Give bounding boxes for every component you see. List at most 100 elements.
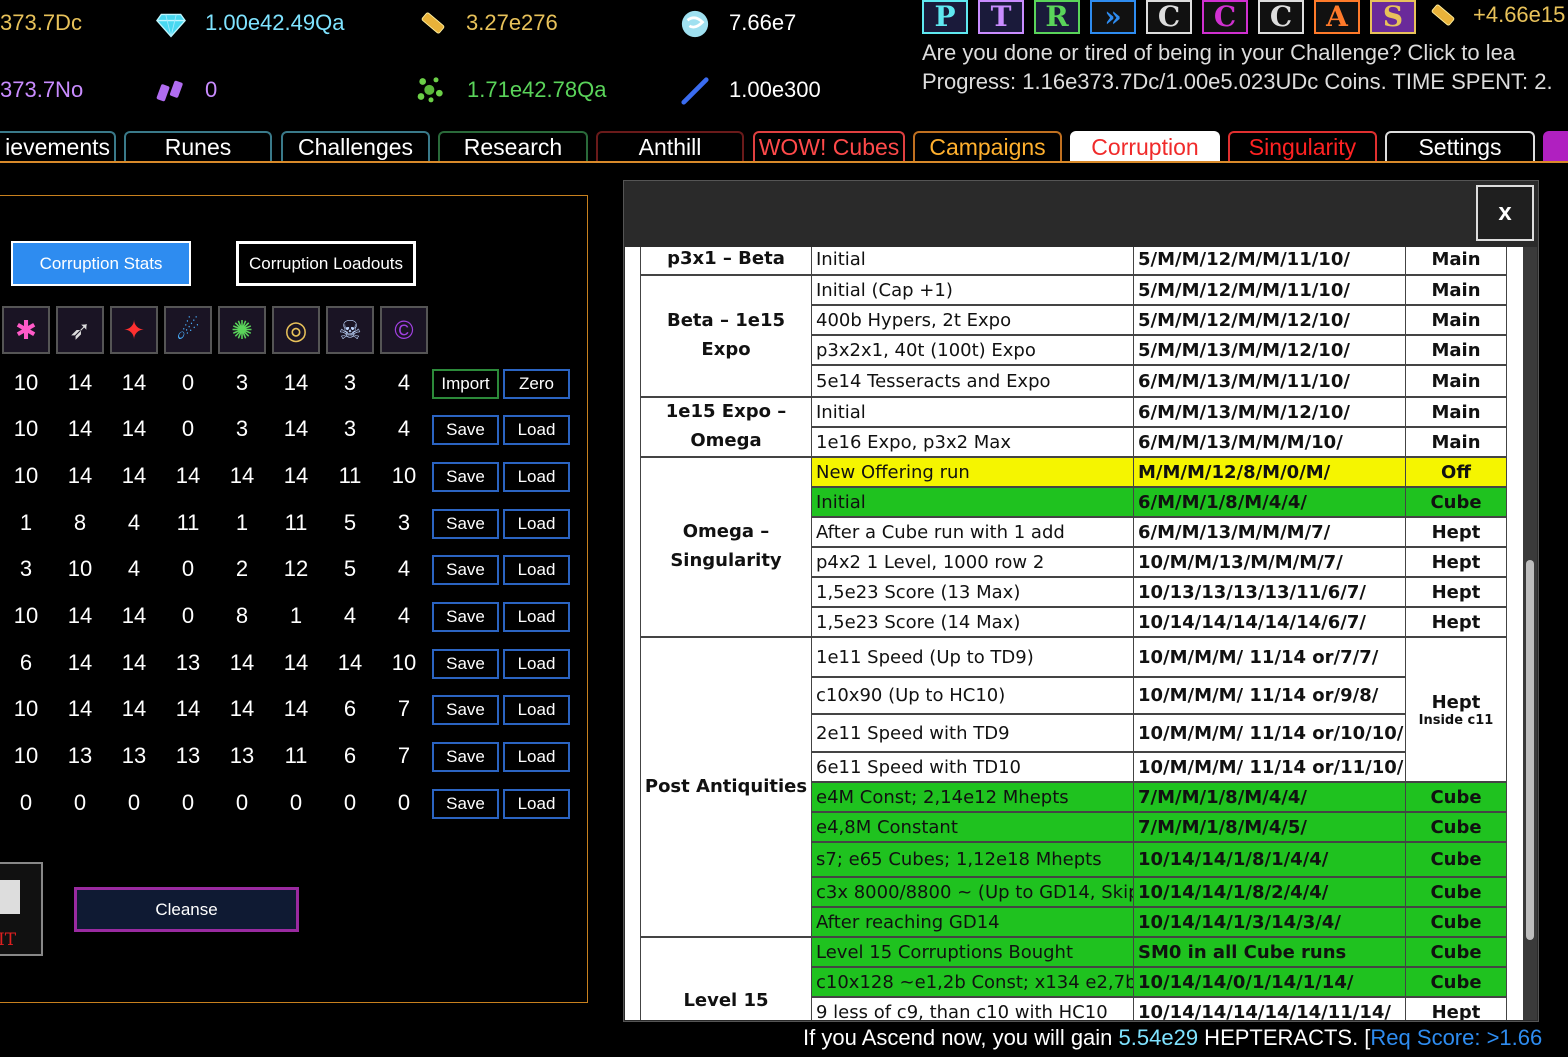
save-loadout-button[interactable]: Save (432, 509, 499, 539)
table-cell-corruption-code: 10/M/M/M/ 11/14 or/7/7/ (1133, 637, 1406, 677)
table-cell-run-mode: Main (1405, 365, 1507, 397)
table-cell-run-mode: Main (1405, 397, 1507, 427)
corruption-level-value: 14 (67, 650, 93, 675)
table-cell-corruption-code: 7/M/M/1/8/M/4/5/ (1133, 812, 1406, 842)
corruption-level-value: 13 (121, 743, 147, 768)
corruption-loadouts-button[interactable]: Corruption Loadouts (236, 241, 416, 286)
corruption-level-value: 4 (397, 603, 411, 628)
load-loadout-button[interactable]: Load (503, 509, 570, 539)
corruption-stats-button[interactable]: Corruption Stats (11, 241, 191, 286)
corruption-level-value: 4 (397, 416, 411, 441)
table-cell-description: 9 less of c9, than c10 with HC10 (811, 997, 1134, 1020)
load-loadout-button[interactable]: Load (503, 695, 570, 725)
upgrade-toggle-button[interactable]: C (1258, 0, 1304, 34)
save-loadout-button[interactable]: Save (432, 462, 499, 492)
extinction-icon[interactable]: ◎ (272, 306, 320, 354)
load-loadout-button[interactable]: Load (503, 602, 570, 632)
recession-icon[interactable]: © (380, 306, 428, 354)
corruption-level-value: 14 (283, 370, 309, 395)
illiteracy-icon[interactable]: ☄ (164, 306, 212, 354)
table-cell-run-mode: Main (1405, 335, 1507, 365)
tab-achievements[interactable]: ievements (0, 131, 116, 162)
load-loadout-button[interactable]: Load (503, 789, 570, 819)
save-loadout-button[interactable]: Save (432, 695, 499, 725)
table-cell-description: c3x 8000/8800 ~ (Up to GD14, Skip 13) (811, 877, 1134, 907)
challenge-exit-message[interactable]: Are you done or tired of being in your C… (922, 40, 1515, 66)
upgrade-toggle-button[interactable]: C (1202, 0, 1248, 34)
upgrade-toggle-button[interactable]: A (1314, 0, 1360, 34)
tab-campaigns[interactable]: Campaigns (913, 131, 1062, 162)
save-loadout-button[interactable]: Save (432, 789, 499, 819)
save-loadout-button[interactable]: Save (432, 742, 499, 772)
scrollbar-thumb[interactable] (1526, 560, 1534, 940)
corruption-level-value: 4 (343, 603, 357, 628)
exit-ascension-button[interactable]: IT (0, 862, 43, 956)
zero-button[interactable]: Zero (503, 369, 570, 399)
diamonds-value: 1.00e42.49Qa (205, 10, 345, 35)
viscosity-icon[interactable]: ✱ (2, 306, 50, 354)
ticket-icon (418, 8, 448, 38)
cleanse-button[interactable]: Cleanse (74, 887, 299, 932)
table-cell-description: After reaching GD14 (811, 907, 1134, 937)
table-cell-description: 1e16 Expo, p3x2 Max (811, 427, 1134, 457)
table-cell-description: Initial (811, 487, 1134, 517)
save-loadout-button[interactable]: Save (432, 649, 499, 679)
corruption-level-value: 14 (67, 463, 93, 488)
drought-icon[interactable]: ☠ (326, 306, 374, 354)
corruption-level-value: 8 (73, 510, 87, 535)
upgrade-toggle-button[interactable]: T (978, 0, 1024, 34)
load-loadout-button[interactable]: Load (503, 555, 570, 585)
diamond-icon (156, 10, 186, 40)
corruption-level-value: 14 (175, 463, 201, 488)
upgrade-toggle-button[interactable]: S (1370, 0, 1416, 34)
table-cell-corruption-code: 10/M/M/13/M/M/M/7/ (1133, 547, 1406, 577)
tab-runes[interactable]: Runes (124, 131, 272, 162)
table-cell-run-mode: Cube (1405, 487, 1507, 517)
corruption-level-value: 14 (121, 603, 147, 628)
tab-corruption[interactable]: Corruption (1070, 131, 1220, 162)
tab-research[interactable]: Research (438, 131, 588, 162)
corruption-level-value: 0 (181, 790, 195, 815)
ascension-gain-suffix: HEPTERACTS. [ (1198, 1025, 1371, 1050)
door-icon (0, 880, 20, 914)
dilation-icon[interactable]: ➶ (56, 306, 104, 354)
load-loadout-button[interactable]: Load (503, 742, 570, 772)
save-loadout-button[interactable]: Save (432, 555, 499, 585)
corruption-level-value: 0 (397, 790, 411, 815)
table-cell-phase: p3x1 – Beta (640, 247, 812, 275)
hyperchallenge-icon[interactable]: ✦ (110, 306, 158, 354)
corruption-level-value: 14 (229, 696, 255, 721)
tab-singularity[interactable]: Singularity (1228, 131, 1377, 162)
table-cell-description: Initial (811, 247, 1134, 275)
run-mode-sublabel: Inside c11 (1418, 712, 1494, 728)
upgrade-toggle-button[interactable]: P (922, 0, 968, 34)
tab-anthill[interactable]: Anthill (596, 131, 744, 162)
tab-wow-cubes[interactable]: WOW! Cubes (753, 131, 905, 162)
corruption-level-value: 14 (283, 463, 309, 488)
tab-settings[interactable]: Settings (1385, 131, 1535, 162)
corruption-level-value: 0 (181, 603, 195, 628)
import-button[interactable]: Import (432, 369, 499, 399)
save-loadout-button[interactable]: Save (432, 415, 499, 445)
table-cell-description: New Offering run (811, 457, 1134, 487)
required-score: Req Score: >1.66 (1370, 1025, 1543, 1050)
upgrade-toggle-button[interactable]: » (1090, 0, 1136, 34)
tab-challenges[interactable]: Challenges (281, 131, 430, 162)
tab-extra[interactable] (1543, 131, 1568, 162)
load-loadout-button[interactable]: Load (503, 462, 570, 492)
corruption-level-value: 0 (73, 790, 87, 815)
corruption-level-value: 14 (175, 696, 201, 721)
obtainium-value: 373.7No (0, 77, 84, 102)
corruption-level-value: 0 (343, 790, 357, 815)
upgrade-toggle-button[interactable]: R (1034, 0, 1080, 34)
deflation-icon[interactable]: ✺ (218, 306, 266, 354)
save-loadout-button[interactable]: Save (432, 602, 499, 632)
close-button[interactable]: x (1476, 185, 1534, 241)
table-cell-corruption-code: 6/M/M/13/M/M/M/10/ (1133, 427, 1406, 457)
load-loadout-button[interactable]: Load (503, 649, 570, 679)
table-cell-run-mode: Hept (1405, 607, 1507, 637)
table-cell-run-mode: Cube (1405, 907, 1507, 937)
table-cell-description: 1,5e23 Score (13 Max) (811, 577, 1134, 607)
load-loadout-button[interactable]: Load (503, 415, 570, 445)
upgrade-toggle-button[interactable]: C (1146, 0, 1192, 34)
